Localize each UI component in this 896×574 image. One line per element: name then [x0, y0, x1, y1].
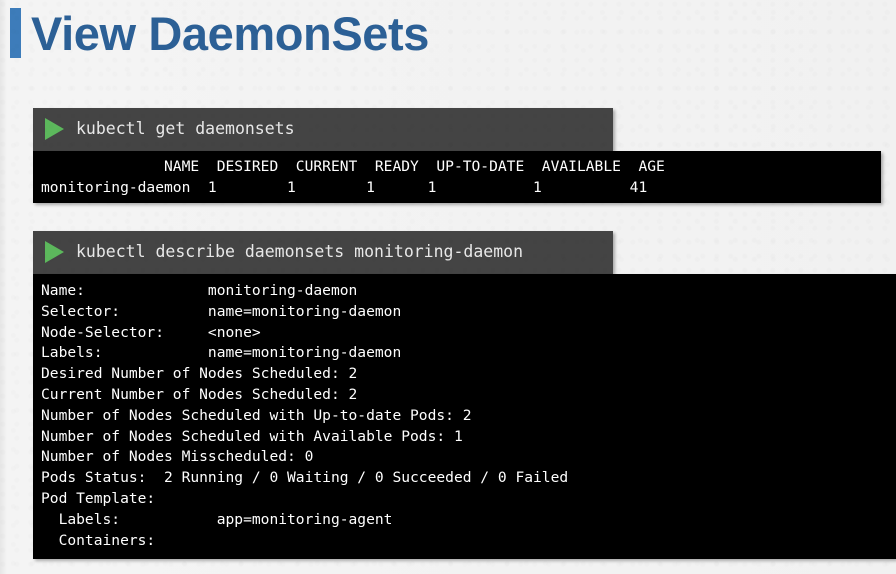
page-title-text: View DaemonSets	[31, 6, 430, 60]
play-icon	[45, 118, 64, 140]
page-title: View DaemonSets	[10, 8, 429, 58]
terminal-describe-daemonsets: kubectl describe daemonsets monitoring-d…	[33, 231, 896, 559]
terminal-output-describe: Name: monitoring-daemon Selector: name=m…	[33, 274, 896, 559]
terminal-command-bar[interactable]: kubectl describe daemonsets monitoring-d…	[33, 231, 613, 274]
terminal-command-text: kubectl get daemonsets	[76, 118, 295, 138]
terminal-get-daemonsets: kubectl get daemonsets NAME DESIRED CURR…	[33, 108, 881, 203]
terminal-output-get: NAME DESIRED CURRENT READY UP-TO-DATE AV…	[33, 151, 881, 203]
slide-canvas: View DaemonSets kubectl get daemonsets N…	[0, 0, 896, 574]
play-icon	[45, 241, 64, 263]
title-accent-bar	[10, 8, 21, 58]
terminal-command-bar[interactable]: kubectl get daemonsets	[33, 108, 613, 151]
terminal-command-text: kubectl describe daemonsets monitoring-d…	[76, 241, 524, 261]
